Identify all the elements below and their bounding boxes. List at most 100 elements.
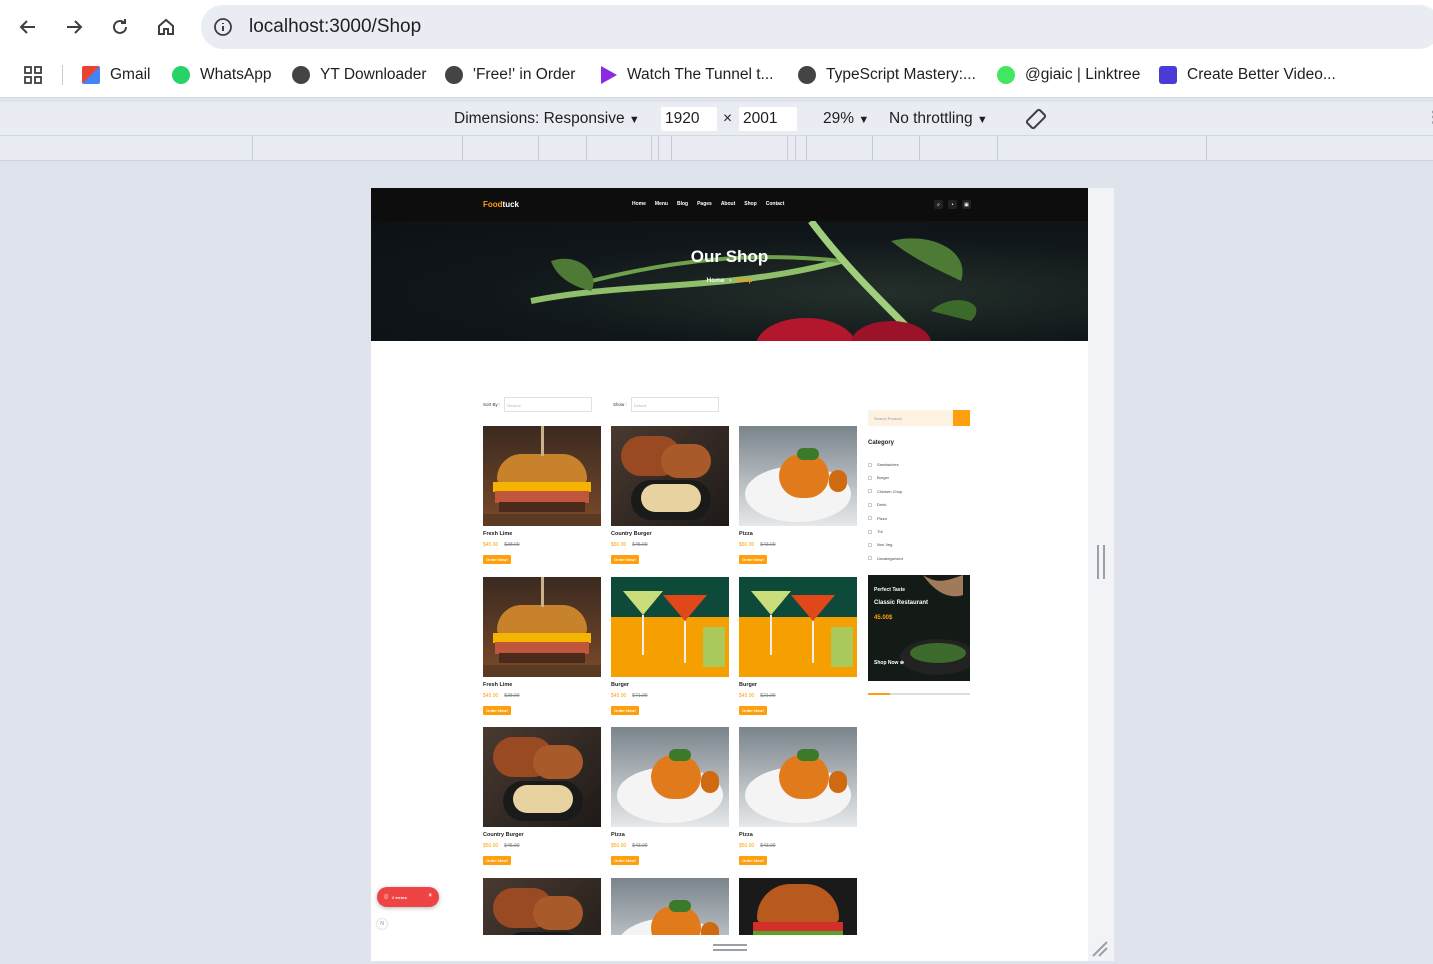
- bookmark-watch-tunnel[interactable]: Watch The Tunnel t...: [601, 64, 773, 86]
- category-checkbox[interactable]: [868, 489, 872, 494]
- product-image[interactable]: [483, 727, 601, 827]
- bookmark-gmail[interactable]: Gmail: [82, 64, 150, 86]
- category-checkbox[interactable]: [868, 502, 872, 507]
- promo-banner[interactable]: Perfect Taste Classic Restaurant 45.00$ …: [868, 575, 970, 681]
- product-card[interactable]: Country Burger $50.00 $45.00 Order Now!: [611, 426, 729, 566]
- category-checkbox[interactable]: [868, 556, 872, 561]
- back-button[interactable]: [13, 12, 43, 42]
- category-checkbox[interactable]: [868, 462, 872, 467]
- product-name[interactable]: Fresh Lime: [483, 531, 601, 537]
- order-now-button[interactable]: Order Now!: [611, 856, 639, 865]
- product-card[interactable]: Pizza $50.00 $43.00 Order Now!: [611, 727, 729, 867]
- category-item[interactable]: Burger: [868, 475, 889, 480]
- category-checkbox[interactable]: [868, 542, 872, 547]
- more-options-icon[interactable]: ⋮: [1426, 108, 1433, 127]
- breadcrumb-home[interactable]: Home: [706, 277, 724, 284]
- category-item[interactable]: Thi: [868, 529, 883, 534]
- resize-corner-icon[interactable]: [1091, 940, 1109, 958]
- order-now-button[interactable]: Order Now!: [739, 555, 767, 564]
- height-input[interactable]: 2001: [739, 107, 797, 131]
- category-checkbox[interactable]: [868, 516, 872, 521]
- search-button[interactable]: [953, 410, 970, 426]
- product-image[interactable]: [739, 577, 857, 677]
- nav-home[interactable]: Home: [632, 201, 646, 207]
- home-button[interactable]: [151, 12, 181, 42]
- product-image[interactable]: [611, 577, 729, 677]
- product-name[interactable]: Fresh Lime: [483, 682, 601, 688]
- width-input[interactable]: 1920: [661, 107, 717, 131]
- nextjs-logo-icon[interactable]: N: [377, 919, 387, 929]
- address-bar[interactable]: localhost:3000/Shop: [201, 5, 1433, 49]
- category-checkbox[interactable]: [868, 475, 872, 480]
- show-select[interactable]: Default: [630, 397, 719, 412]
- product-card[interactable]: Fresh Lime $45.00 $38.00 Order Now!: [483, 426, 601, 566]
- product-search[interactable]: Search Product: [868, 410, 970, 426]
- search-icon[interactable]: ⌕: [934, 200, 943, 209]
- bookmark-whatsapp[interactable]: WhatsApp: [172, 64, 272, 86]
- site-logo[interactable]: Foodtuck: [483, 200, 519, 209]
- url-text[interactable]: localhost:3000/Shop: [249, 16, 421, 38]
- nav-pages[interactable]: Pages: [697, 201, 712, 207]
- product-image[interactable]: [483, 878, 601, 935]
- product-image[interactable]: [611, 426, 729, 526]
- throttling-select[interactable]: No throttling ▼: [889, 110, 988, 128]
- promo-shop-now[interactable]: Shop Now ⊕: [874, 660, 904, 666]
- nav-about[interactable]: About: [721, 201, 735, 207]
- product-image[interactable]: [739, 426, 857, 526]
- user-icon[interactable]: •: [948, 200, 957, 209]
- product-name[interactable]: Burger: [611, 682, 729, 688]
- order-now-button[interactable]: Order Now!: [483, 856, 511, 865]
- bookmark-free-in-order[interactable]: 'Free!' in Order: [445, 64, 575, 86]
- product-card[interactable]: [483, 878, 601, 935]
- site-info-icon[interactable]: [213, 17, 233, 37]
- product-card[interactable]: [739, 878, 857, 935]
- category-item[interactable]: Sandwiches: [868, 462, 899, 467]
- nextjs-error-badge[interactable]: ⓘ 2 errors ×: [377, 887, 439, 907]
- category-item[interactable]: Pizza: [868, 516, 887, 521]
- nav-contact[interactable]: Contact: [766, 201, 785, 207]
- order-now-button[interactable]: Order Now!: [739, 856, 767, 865]
- category-checkbox[interactable]: [868, 529, 872, 534]
- close-icon[interactable]: ×: [428, 893, 432, 899]
- bookmark-yt-downloader[interactable]: YT Downloader: [292, 64, 427, 86]
- cart-icon[interactable]: ▣: [962, 200, 971, 209]
- apps-button[interactable]: [23, 64, 43, 86]
- product-name[interactable]: Burger: [739, 682, 857, 688]
- product-name[interactable]: Pizza: [739, 531, 857, 537]
- product-name[interactable]: Country Burger: [611, 531, 729, 537]
- rotate-button[interactable]: [1024, 107, 1048, 136]
- product-image[interactable]: [611, 878, 729, 935]
- product-card[interactable]: Fresh Lime $45.00 $38.00 Order Now!: [483, 577, 601, 717]
- order-now-button[interactable]: Order Now!: [739, 706, 767, 715]
- product-name[interactable]: Pizza: [611, 832, 729, 838]
- order-now-button[interactable]: Order Now!: [483, 706, 511, 715]
- reload-button[interactable]: [105, 12, 135, 42]
- product-image[interactable]: [739, 878, 857, 935]
- order-now-button[interactable]: Order Now!: [611, 555, 639, 564]
- category-item[interactable]: Chicken Chup: [868, 489, 902, 494]
- resize-handle-bottom[interactable]: [713, 944, 747, 951]
- nav-blog[interactable]: Blog: [677, 201, 688, 207]
- dimensions-select[interactable]: Dimensions: Responsive ▼: [454, 110, 640, 128]
- resize-handle-right[interactable]: [1097, 545, 1105, 579]
- forward-button[interactable]: [59, 12, 89, 42]
- order-now-button[interactable]: Order Now!: [483, 555, 511, 564]
- product-card[interactable]: Burger $45.00 $71.00 Order Now!: [611, 577, 729, 717]
- order-now-button[interactable]: Order Now!: [611, 706, 639, 715]
- product-name[interactable]: Country Burger: [483, 832, 601, 838]
- promo-slider[interactable]: [868, 693, 970, 695]
- product-image[interactable]: [739, 727, 857, 827]
- product-card[interactable]: [611, 878, 729, 935]
- product-card[interactable]: Country Burger $50.00 $45.00 Order Now!: [483, 727, 601, 867]
- bookmark-create-video[interactable]: Create Better Video...: [1159, 64, 1336, 86]
- product-card[interactable]: Pizza $50.00 $43.00 Order Now!: [739, 426, 857, 566]
- product-card[interactable]: Pizza $50.00 $43.00 Order Now!: [739, 727, 857, 867]
- product-name[interactable]: Pizza: [739, 832, 857, 838]
- bookmark-typescript[interactable]: TypeScript Mastery:...: [798, 64, 976, 86]
- sort-select[interactable]: Newest: [504, 397, 593, 412]
- search-input[interactable]: Search Product: [874, 416, 902, 421]
- category-item[interactable]: Non Veg: [868, 542, 892, 547]
- category-item[interactable]: Drink: [868, 502, 886, 507]
- product-image[interactable]: [611, 727, 729, 827]
- bookmark-linktree[interactable]: @giaic | Linktree: [997, 64, 1140, 86]
